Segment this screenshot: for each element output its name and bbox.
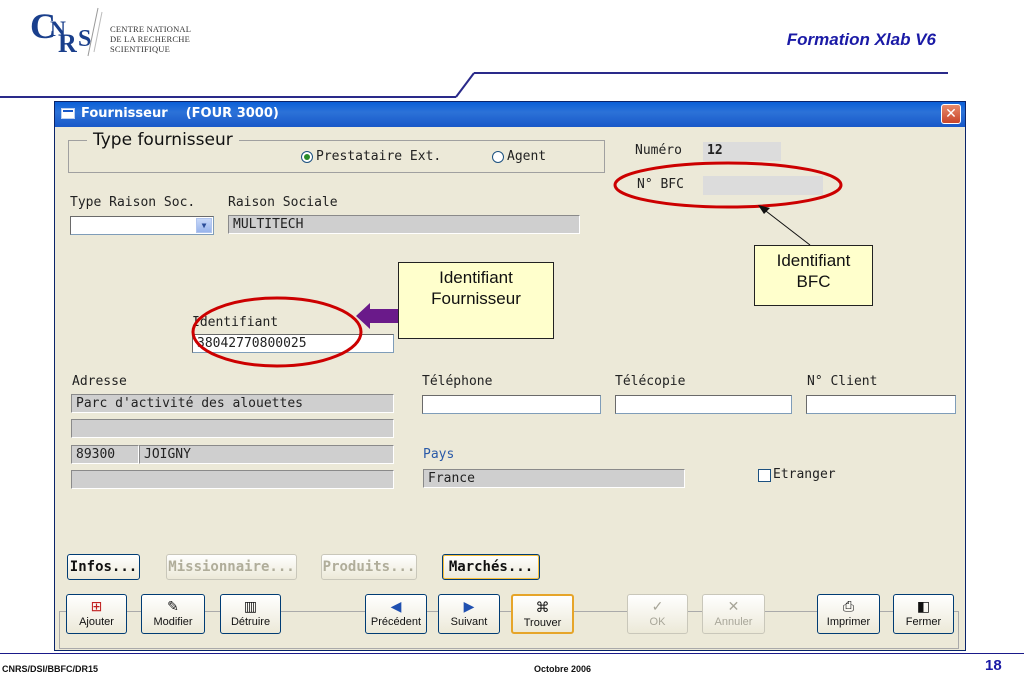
- footer-rule: [0, 653, 1024, 654]
- identifiant-arrow: [356, 303, 400, 329]
- callout-bfc-line-2: BFC: [796, 272, 831, 291]
- bfc-pointer-line: [761, 207, 811, 246]
- identifiant-highlight-ellipse: [191, 296, 363, 368]
- bfc-highlight-ellipse: [613, 161, 843, 209]
- callout-identifiant-fournisseur: Identifiant Fournisseur: [398, 262, 554, 339]
- callout-identifiant-bfc: Identifiant BFC: [754, 245, 873, 306]
- callout-fournisseur-line-2: Fournisseur: [431, 289, 521, 308]
- footer-left: CNRS/DSI/BBFC/DR15: [2, 664, 99, 674]
- callout-bfc-line-1: Identifiant: [776, 251, 851, 270]
- footer-date: Octobre 2006: [534, 664, 592, 674]
- annotation-overlay: [191, 161, 843, 368]
- page-number: 18: [985, 657, 1002, 674]
- callout-fournisseur-line-1: Identifiant: [439, 268, 513, 287]
